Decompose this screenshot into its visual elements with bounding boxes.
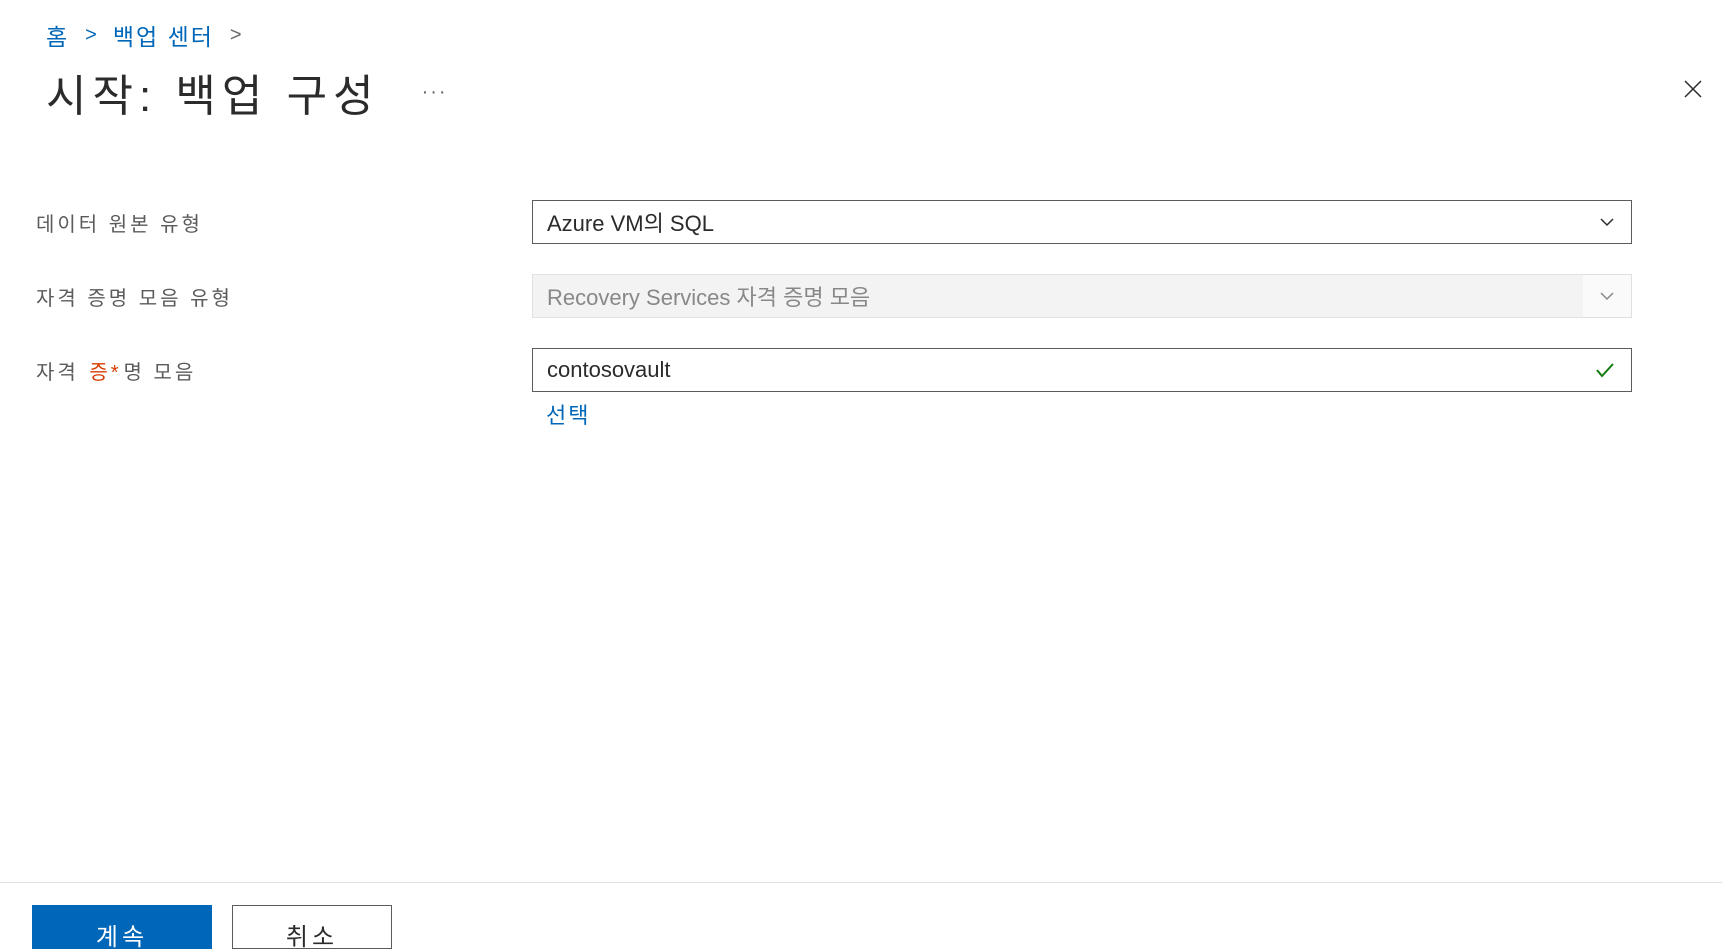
close-icon	[1681, 77, 1705, 101]
required-marker: 증*	[89, 362, 121, 384]
form-row-datasource-type: 데이터 원본 유형 Azure VM의 SQL	[32, 200, 1666, 244]
close-button[interactable]	[1678, 74, 1708, 104]
vault-type-value: Recovery Services 자격 증명 모음	[547, 280, 870, 312]
chevron-down-icon	[1597, 286, 1617, 306]
chevron-wrap	[1583, 275, 1631, 317]
footer: 계속 취소	[0, 882, 1722, 952]
breadcrumb-separator: >	[230, 24, 242, 47]
breadcrumb-backup-center[interactable]: 백업 센터	[113, 18, 214, 52]
check-icon	[1593, 358, 1617, 382]
more-icon[interactable]: ···	[422, 81, 448, 104]
datasource-type-select[interactable]: Azure VM의 SQL	[532, 200, 1632, 244]
chevron-down-icon	[1597, 212, 1617, 232]
vault-select-link[interactable]: 선택	[532, 398, 1632, 430]
vault-type-select: Recovery Services 자격 증명 모음	[532, 274, 1632, 318]
breadcrumb-separator: >	[85, 24, 97, 47]
form-row-vault-type: 자격 증명 모음 유형 Recovery Services 자격 증명 모음	[32, 274, 1666, 318]
datasource-type-label: 데이터 원본 유형	[32, 200, 532, 237]
page-title: 시작: 백업 구성	[46, 60, 380, 124]
vault-input[interactable]	[533, 349, 1631, 391]
vault-input-wrap	[532, 348, 1632, 392]
breadcrumb: 홈 > 백업 센터 >	[0, 0, 1722, 52]
datasource-type-value: Azure VM의 SQL	[547, 206, 714, 238]
form-row-vault: 자격 증*명 모음 선택	[32, 348, 1666, 430]
vault-type-label: 자격 증명 모음 유형	[32, 274, 532, 311]
vault-label: 자격 증*명 모음	[32, 348, 532, 385]
title-row: 시작: 백업 구성 ···	[0, 52, 1722, 124]
continue-button[interactable]: 계속	[32, 905, 212, 949]
cancel-button[interactable]: 취소	[232, 905, 392, 949]
breadcrumb-home[interactable]: 홈	[46, 18, 69, 52]
form-area: 데이터 원본 유형 Azure VM의 SQL 자격 증명 모음 유형 Reco…	[0, 124, 1722, 430]
